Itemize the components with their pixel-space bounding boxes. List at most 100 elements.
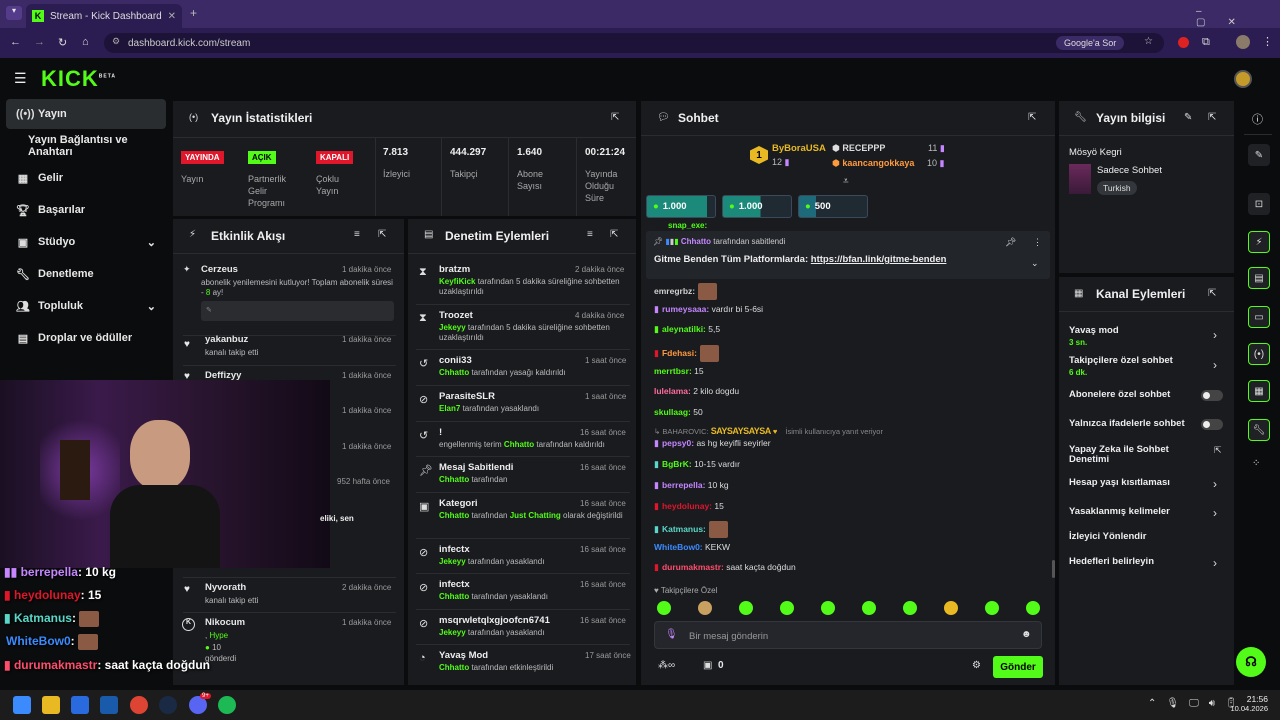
sidebar-item-stream-key[interactable]: Yayın Bağlantısı ve Anahtarı xyxy=(18,131,170,161)
chevron-right-icon[interactable]: › xyxy=(1213,506,1217,520)
extension-icon[interactable] xyxy=(1178,37,1189,48)
user-avatar[interactable] xyxy=(1234,70,1252,88)
browser-tab[interactable]: K Stream - Kick Dashboard ✕ xyxy=(26,4,182,28)
gear-icon[interactable]: ⚙ xyxy=(972,660,981,671)
popout-icon[interactable]: ⇱ xyxy=(1028,112,1036,123)
channel-action[interactable]: Hesap yaşı kısıtlaması xyxy=(1069,478,1199,488)
emote-button[interactable] xyxy=(903,601,917,615)
top-gifter[interactable]: ByBoraUSA xyxy=(772,143,826,154)
channel-action[interactable]: Yapay Zeka ile Sohbet Denetimi xyxy=(1069,445,1199,465)
chevron-right-icon[interactable]: › xyxy=(1213,477,1217,491)
emote-button[interactable] xyxy=(1026,601,1040,615)
channel-action[interactable]: Yalnızca ifadelerle sohbet xyxy=(1069,419,1199,429)
external-link-icon[interactable]: ⇱ xyxy=(1214,445,1222,456)
popout-icon[interactable]: ⇱ xyxy=(610,229,618,240)
scrollbar[interactable] xyxy=(1052,560,1055,578)
channel-action[interactable]: İzleyici Yönlendir xyxy=(1069,532,1199,542)
channel-action[interactable]: Yasaklanmış kelimeler xyxy=(1069,507,1199,517)
sidebar-item-droplar[interactable]: ▤ Droplar ve ödüller xyxy=(6,323,166,353)
actions-icon[interactable]: ▦ xyxy=(1248,380,1270,402)
windows-start-icon[interactable] xyxy=(13,696,31,714)
channel-action[interactable]: Abonelere özel sohbet xyxy=(1069,390,1199,400)
hamburger-menu-icon[interactable]: ☰ xyxy=(14,70,27,87)
site-info-icon[interactable]: ⚙ xyxy=(112,36,120,47)
send-button[interactable]: Gönder xyxy=(993,656,1043,678)
channel-action[interactable]: Hedefleri belirleyin xyxy=(1069,557,1199,567)
focus-icon[interactable]: ⊡ xyxy=(1248,193,1270,215)
spotify-icon[interactable] xyxy=(218,696,236,714)
more-options-icon[interactable]: ⋮ xyxy=(1033,237,1042,248)
sidebar-item-gelir[interactable]: ▦ Gelir xyxy=(6,163,166,193)
gifter[interactable]: ⬢ RECEPPP xyxy=(832,143,885,154)
profile-avatar[interactable] xyxy=(1236,35,1250,49)
add-widget-icon[interactable]: ⁘ xyxy=(1252,458,1260,469)
emote-button[interactable] xyxy=(944,601,958,615)
toggle-switch[interactable] xyxy=(1201,390,1223,401)
filter-icon[interactable]: ≡ xyxy=(587,229,593,240)
gifter[interactable]: ⬢ kaancangokkaya xyxy=(832,158,914,169)
popout-icon[interactable]: ⇱ xyxy=(1208,112,1216,123)
chrome-icon[interactable] xyxy=(130,696,148,714)
wrench-icon[interactable]: 🔧︎ xyxy=(1248,419,1270,441)
broadcast-icon[interactable]: (•) xyxy=(1248,343,1270,365)
chat-message[interactable]: skullaag: 50 xyxy=(654,407,703,417)
emote-button[interactable] xyxy=(862,601,876,615)
tab-menu-icon[interactable]: ▾ xyxy=(6,6,22,20)
chat-message[interactable]: ▮ heydolunay: 15 xyxy=(654,501,724,512)
kick-logo[interactable]: KICKBETA xyxy=(41,66,116,92)
mic-icon[interactable]: 🎙︎ xyxy=(665,629,678,640)
gift-icon[interactable]: ▣ xyxy=(703,660,712,671)
close-tab-icon[interactable]: ✕ xyxy=(168,11,176,22)
kick-pin[interactable]: ● 1.000 xyxy=(722,195,792,218)
chevron-right-icon[interactable]: › xyxy=(1213,328,1217,342)
channel-action[interactable]: Yavaş mod xyxy=(1069,326,1199,336)
chat-message[interactable]: ▮ aleynatilki: 5,5 xyxy=(654,324,720,335)
browser-menu-icon[interactable]: ⋮ xyxy=(1262,35,1273,48)
emote-button[interactable] xyxy=(657,601,671,615)
pinned-link[interactable]: https://bfan.link/gitme-benden xyxy=(811,254,947,265)
popout-icon[interactable]: ⇱ xyxy=(1208,288,1216,299)
google-ask-button[interactable]: Google'a Sor xyxy=(1056,36,1125,50)
emote-button[interactable] xyxy=(985,601,999,615)
chat-message[interactable]: WhiteBow0: KEKW xyxy=(654,542,730,552)
extensions-puzzle-icon[interactable]: ⧉ xyxy=(1202,36,1210,49)
category-name[interactable]: Sadece Sohbet xyxy=(1097,165,1162,176)
chevron-right-icon[interactable]: › xyxy=(1213,358,1217,372)
chat-message[interactable]: ▮ berrepella: 10 kg xyxy=(654,480,729,491)
pin-icon[interactable]: 📌︎ xyxy=(1005,237,1016,248)
sidebar-item-denetleme[interactable]: 🔧︎ Denetleme xyxy=(6,259,166,289)
chat-message[interactable]: ▮ Katmanus: xyxy=(654,521,728,538)
document-icon[interactable]: ▤ xyxy=(1248,267,1270,289)
expand-leaderboard-icon[interactable]: ⩡ xyxy=(843,176,849,187)
clock[interactable]: 21:56 10.04.2026 xyxy=(1230,694,1268,713)
chat-input[interactable]: 🎙︎ Bir mesaj gönderin ☻ xyxy=(654,621,1042,649)
filter-icon[interactable]: ≡ xyxy=(354,229,360,240)
sidebar-item-topluluk[interactable]: 👥︎ Topluluk ⌄ xyxy=(6,291,166,321)
kick-pin[interactable]: ● 1.000 xyxy=(646,195,716,218)
sidebar-item-studyo[interactable]: ▣ Stüdyo ⌄ xyxy=(6,227,166,257)
support-headset-icon[interactable]: ☊ xyxy=(1236,647,1266,677)
popout-icon[interactable]: ⇱ xyxy=(611,112,619,123)
new-tab-icon[interactable]: + xyxy=(190,6,197,20)
chat-message[interactable]: ▮ pepsy0: as hg keyifli seyirler xyxy=(654,438,771,449)
store-icon[interactable] xyxy=(71,696,89,714)
chat-message[interactable]: merrtbsr: 15 xyxy=(654,366,704,376)
sidebar-item-basarilar[interactable]: 🏆︎ Başarılar xyxy=(6,195,166,225)
back-icon[interactable]: ← xyxy=(10,36,21,48)
chevron-down-icon[interactable]: ⌄ xyxy=(1031,258,1039,269)
points-icon[interactable]: ⁂∞ xyxy=(658,660,675,671)
home-icon[interactable]: ⌂ xyxy=(82,36,89,48)
url-field[interactable]: ⚙ dashboard.kick.com/stream Google'a Sor… xyxy=(104,33,1164,53)
chat-message[interactable]: ▮ BgBrK: 10-15 vardır xyxy=(654,459,740,470)
chat-message[interactable]: lulelama: 2 kilo dogdu xyxy=(654,386,739,396)
emote-button[interactable] xyxy=(821,601,835,615)
bookmark-star-icon[interactable]: ☆ xyxy=(1144,36,1153,47)
emote-button[interactable] xyxy=(698,601,712,615)
steam-icon[interactable] xyxy=(159,696,177,714)
edit-icon[interactable]: ✎ xyxy=(1248,144,1270,166)
emote-button[interactable] xyxy=(739,601,753,615)
chat-message[interactable]: ▮ rumeysaaa: vardır bi 5-6si xyxy=(654,304,763,315)
chat-message[interactable]: ▮ durumakmastr: saat kaçta doğdun xyxy=(654,562,796,573)
channel-action[interactable]: Takipçilere özel sohbet xyxy=(1069,356,1199,366)
emoji-icon[interactable]: ☻ xyxy=(1021,629,1032,640)
